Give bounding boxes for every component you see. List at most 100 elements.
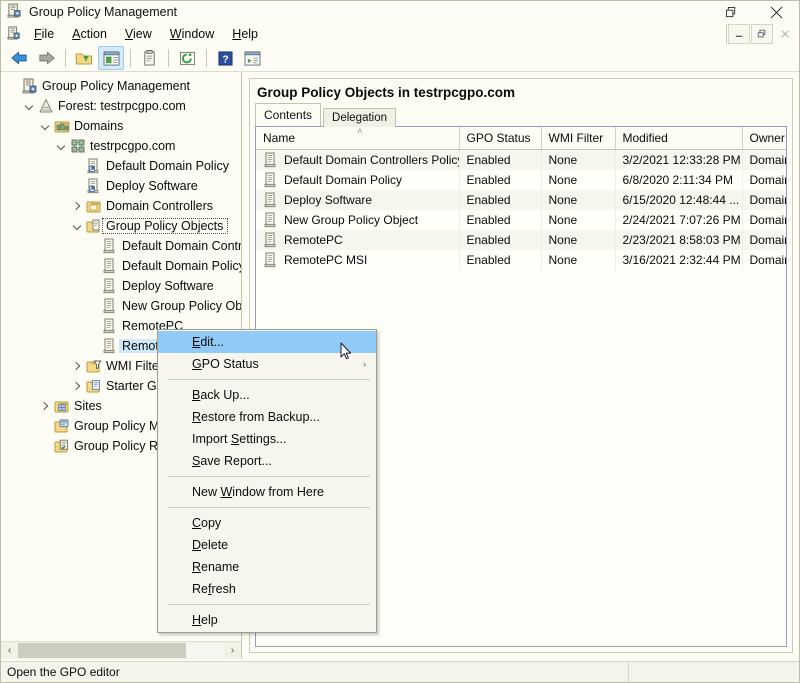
gpo-icon <box>263 212 279 228</box>
table-row[interactable]: New Group Policy ObjectEnabledNone2/24/2… <box>256 210 787 230</box>
table-row[interactable]: RemotePCEnabledNone2/23/2021 8:58:03 PMD… <box>256 230 787 250</box>
cell-gpo-status: Enabled <box>459 210 541 230</box>
menu-view[interactable]: View <box>116 25 161 43</box>
tree-node[interactable]: Default Domain Policy <box>1 256 241 276</box>
chevron-right-icon[interactable] <box>37 402 53 411</box>
gpo-link-icon <box>85 178 103 194</box>
mdi-minimize-button[interactable] <box>728 24 750 44</box>
column-header-label: Modified <box>623 131 668 145</box>
tree-node[interactable]: Group Policy Management <box>1 76 241 96</box>
show-hide-tree-icon[interactable] <box>98 46 124 70</box>
starter-gpo-icon <box>85 378 103 394</box>
column-header-gpo-status[interactable]: GPO Status <box>459 127 541 150</box>
table-row[interactable]: Default Domain PolicyEnabledNone6/8/2020… <box>256 170 787 190</box>
cell-name[interactable]: RemotePC <box>256 230 459 250</box>
mdi-restore-button[interactable] <box>751 24 773 44</box>
context-menu-item-refresh[interactable]: Refresh <box>158 578 376 600</box>
menu-file[interactable]: File <box>25 25 63 43</box>
restore-button[interactable] <box>709 1 753 23</box>
menu-item-label: Refresh <box>192 582 236 596</box>
scroll-left-arrow[interactable]: ‹ <box>1 642 18 659</box>
gpo-context-menu[interactable]: Edit...GPO Status› Back Up...Restore from… <box>157 329 377 633</box>
chevron-down-icon[interactable] <box>37 122 53 131</box>
tree-node[interactable]: Default Domain Policy <box>1 156 241 176</box>
up-folder-icon[interactable] <box>71 46 97 70</box>
menu-separator <box>168 507 370 508</box>
context-menu-item-copy[interactable]: Copy <box>158 512 376 534</box>
chevron-right-icon[interactable] <box>69 202 85 211</box>
gpo-table: Name˄GPO StatusWMI Filter Modified Owner D… <box>256 127 787 270</box>
cell-name[interactable]: New Group Policy Object <box>256 210 459 230</box>
gpo-icon <box>263 192 279 208</box>
help-icon[interactable]: ? <box>212 46 238 70</box>
cell-owner: Domain... <box>742 210 787 230</box>
status-message: Open the GPO editor <box>1 665 628 679</box>
table-row[interactable]: Deploy SoftwareEnabledNone6/15/2020 12:4… <box>256 190 787 210</box>
tree-node[interactable]: Forest: testrpcgpo.com <box>1 96 241 116</box>
cell-owner: Domain... <box>742 150 787 171</box>
chevron-down-icon[interactable] <box>53 142 69 151</box>
context-menu-item-delete[interactable]: Delete <box>158 534 376 556</box>
tree-node-label: Default Domain Policy <box>103 159 233 173</box>
cell-name[interactable]: Default Domain Policy <box>256 170 459 190</box>
scroll-track[interactable] <box>18 643 224 658</box>
cell-name[interactable]: Default Domain Controllers Policy <box>256 150 459 171</box>
context-menu-item-restore-from-backup[interactable]: Restore from Backup... <box>158 406 376 428</box>
context-menu-item-help[interactable]: Help <box>158 609 376 631</box>
tree-node[interactable]: testrpcgpo.com <box>1 136 241 156</box>
close-button[interactable] <box>753 1 799 23</box>
cell-gpo-status: Enabled <box>459 170 541 190</box>
tree-node[interactable]: Domain Controllers <box>1 196 241 216</box>
scroll-thumb[interactable] <box>18 643 186 658</box>
menu-item-label: Save Report... <box>192 454 272 468</box>
column-header-modified[interactable]: Modified <box>615 127 742 150</box>
domains-icon <box>53 118 71 134</box>
cell-owner: Domain... <box>742 190 787 210</box>
cell-name[interactable]: RemotePC MSI <box>256 250 459 270</box>
gpmc-window: Group Policy Management <box>0 0 800 683</box>
toolbar: ? <box>1 45 799 72</box>
tab-delegation[interactable]: Delegation <box>323 108 396 127</box>
ou-icon <box>85 198 103 214</box>
menu-help[interactable]: Help <box>223 25 267 43</box>
forward-icon[interactable] <box>33 46 59 70</box>
properties-icon[interactable] <box>136 46 162 70</box>
tree-node[interactable]: Default Domain Contro <box>1 236 241 256</box>
menu-window[interactable]: Window <box>161 25 223 43</box>
context-menu-item-save-report[interactable]: Save Report... <box>158 450 376 472</box>
gpo-name-label: RemotePC <box>284 233 343 247</box>
mdi-window-controls <box>726 24 796 44</box>
tree-horizontal-scrollbar[interactable]: ‹ › <box>1 641 241 659</box>
tree-node[interactable]: Group Policy Objects <box>1 216 241 236</box>
context-menu-item-edit[interactable]: Edit... <box>158 331 376 353</box>
column-header-owner[interactable]: Owner <box>742 127 787 150</box>
menu-action[interactable]: Action <box>63 25 116 43</box>
chevron-down-icon[interactable] <box>69 222 85 231</box>
chevron-right-icon[interactable] <box>69 382 85 391</box>
tree-node[interactable]: New Group Policy Obje <box>1 296 241 316</box>
gpo-name-label: Deploy Software <box>284 193 372 207</box>
table-row[interactable]: Default Domain Controllers PolicyEnabled… <box>256 150 787 171</box>
export-list-icon[interactable] <box>239 46 265 70</box>
context-menu-item-rename[interactable]: Rename <box>158 556 376 578</box>
scroll-right-arrow[interactable]: › <box>224 642 241 659</box>
cell-name[interactable]: Deploy Software <box>256 190 459 210</box>
context-menu-item-gpo-status[interactable]: GPO Status› <box>158 353 376 375</box>
tree-node-label: New Group Policy Obje <box>119 299 241 313</box>
tree-node[interactable]: Domains <box>1 116 241 136</box>
column-header-name[interactable]: Name˄ <box>256 127 459 150</box>
tree-node[interactable]: Deploy Software <box>1 276 241 296</box>
cell-modified: 3/2/2021 12:33:28 PM <box>615 150 742 171</box>
chevron-down-icon[interactable] <box>21 102 37 111</box>
refresh-icon[interactable] <box>174 46 200 70</box>
back-icon[interactable] <box>6 46 32 70</box>
context-menu-item-new-window-from-here[interactable]: New Window from Here <box>158 481 376 503</box>
tab-contents[interactable]: Contents <box>255 103 321 126</box>
table-row[interactable]: RemotePC MSIEnabledNone3/16/2021 2:32:44… <box>256 250 787 270</box>
chevron-right-icon[interactable] <box>69 362 85 371</box>
table-body: Default Domain Controllers PolicyEnabled… <box>256 150 787 271</box>
context-menu-item-back-up[interactable]: Back Up... <box>158 384 376 406</box>
tree-node[interactable]: Deploy Software <box>1 176 241 196</box>
context-menu-item-import-settings[interactable]: Import Settings... <box>158 428 376 450</box>
column-header-wmi-filter[interactable]: WMI Filter <box>541 127 615 150</box>
